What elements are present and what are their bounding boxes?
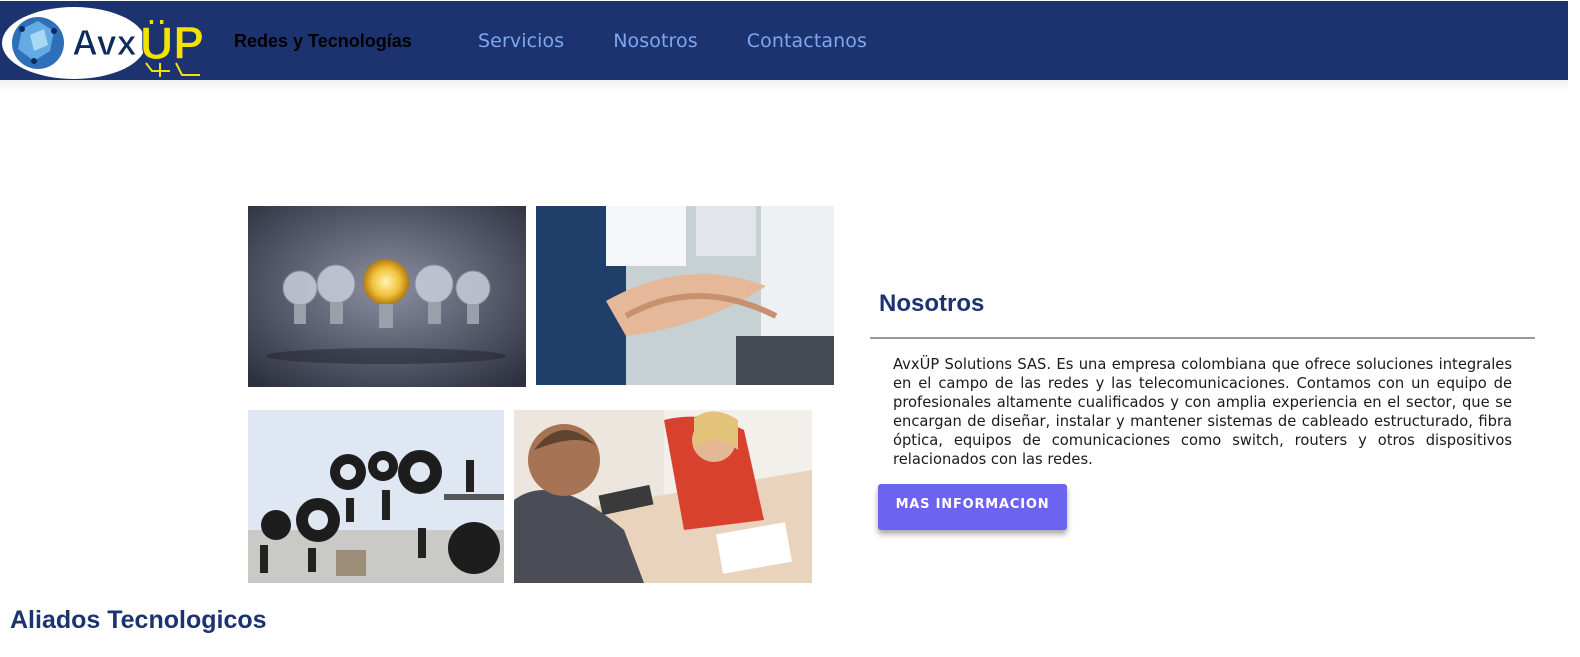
header-shadow (0, 80, 1568, 94)
about-description: AvxÜP Solutions SAS. Es una empresa colo… (893, 356, 1512, 468)
divider (870, 337, 1535, 339)
nav-contactanos[interactable]: Contactanos (747, 30, 867, 52)
svg-text:Avx: Avx (72, 22, 137, 63)
header-bar: Avx ÜP Redes y Tecnologías Servicios Nos… (0, 1, 1568, 80)
gears-teamwork-image (248, 410, 504, 583)
lightbulbs-image (248, 206, 526, 387)
nav-servicios[interactable]: Servicios (478, 30, 564, 52)
main-nav: Servicios Nosotros Contactanos (478, 30, 867, 52)
nav-nosotros[interactable]: Nosotros (613, 30, 698, 52)
brand-name: Redes y Tecnologías (234, 31, 412, 51)
team-hands-image (536, 206, 834, 385)
allies-title: Aliados Tecnologicos (10, 606, 267, 634)
company-logo[interactable]: Avx ÜP (0, 5, 222, 81)
svg-text:ÜP: ÜP (140, 17, 204, 69)
about-title: Nosotros (879, 290, 985, 317)
more-info-button[interactable]: MAS INFORMACION (878, 484, 1067, 530)
business-handshake-image (514, 410, 812, 583)
